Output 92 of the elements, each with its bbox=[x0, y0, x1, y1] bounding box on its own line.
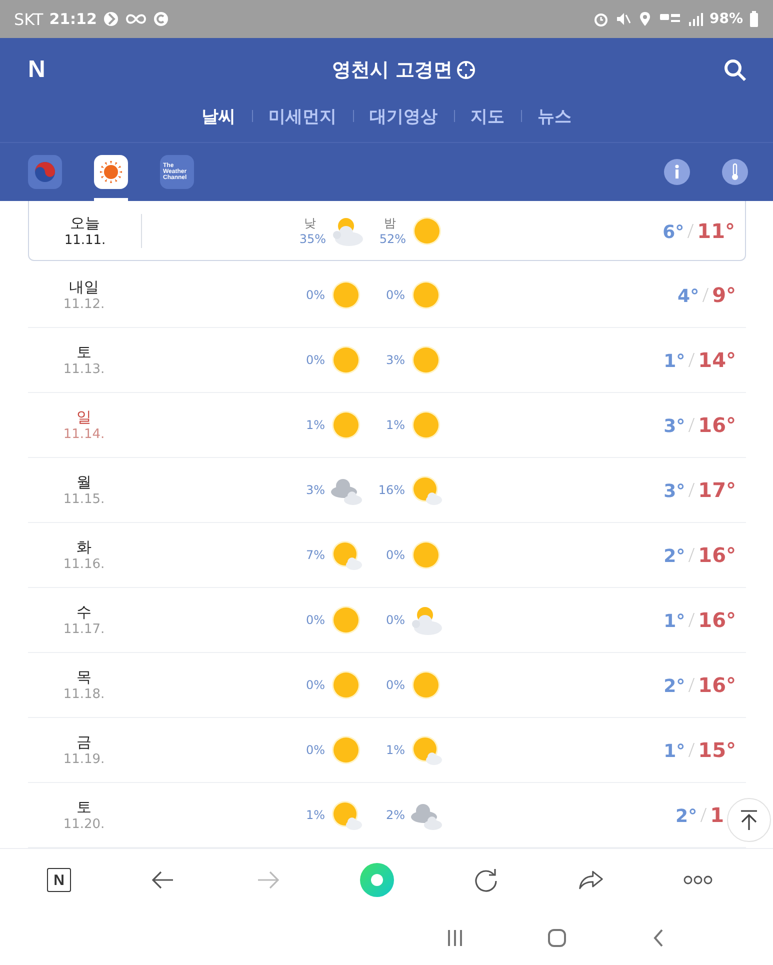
carrier-name: SKT bbox=[14, 10, 44, 28]
period-label: 낮 bbox=[304, 215, 316, 232]
high-temperature: 9° bbox=[712, 283, 736, 307]
search-icon[interactable] bbox=[723, 58, 747, 82]
more-icon[interactable] bbox=[683, 875, 713, 885]
high-temperature: 15° bbox=[698, 738, 736, 762]
scroll-top-button[interactable] bbox=[727, 798, 771, 842]
day-label: 월 bbox=[76, 473, 92, 492]
date-label: 11.20. bbox=[63, 817, 105, 832]
nav-tab[interactable]: 날씨 bbox=[202, 104, 236, 128]
rain-chance: 3% bbox=[386, 353, 405, 367]
day-label: 토 bbox=[76, 343, 92, 362]
high-temperature: 16° bbox=[698, 608, 736, 632]
nav-tab[interactable]: 미세먼지 bbox=[268, 104, 336, 128]
crosshair-icon[interactable] bbox=[456, 60, 476, 80]
low-temperature: 2° bbox=[676, 806, 698, 827]
low-temperature: 2° bbox=[664, 546, 686, 567]
signal-icon bbox=[687, 11, 704, 27]
rain-chance: 3% bbox=[306, 483, 325, 497]
day-label: 금 bbox=[76, 733, 92, 752]
clock-time: 21:12 bbox=[49, 10, 97, 28]
high-temperature: 16° bbox=[698, 673, 736, 697]
date-label: 11.18. bbox=[63, 687, 105, 702]
mute-icon bbox=[615, 11, 632, 27]
day-label: 토 bbox=[76, 798, 92, 817]
nav-tab[interactable]: 지도 bbox=[470, 104, 504, 128]
battery-icon bbox=[749, 11, 759, 27]
day-label: 화 bbox=[76, 538, 92, 557]
high-temperature: 1 bbox=[710, 803, 724, 827]
rain-chance: 0% bbox=[306, 743, 325, 757]
home-icon[interactable] bbox=[547, 928, 567, 948]
high-temperature: 14° bbox=[698, 348, 736, 372]
rain-chance: 0% bbox=[386, 288, 405, 302]
rain-chance: 0% bbox=[306, 613, 325, 627]
date-label: 11.12. bbox=[63, 297, 105, 312]
high-temperature: 16° bbox=[698, 413, 736, 437]
taegeuk-icon bbox=[33, 160, 57, 184]
date-label: 11.19. bbox=[63, 752, 105, 767]
low-temperature: 1° bbox=[664, 741, 686, 762]
alarm-icon bbox=[593, 11, 610, 27]
date-label: 11.11. bbox=[64, 232, 106, 248]
nav-tab[interactable]: 대기영상 bbox=[370, 104, 438, 128]
date-label: 11.15. bbox=[63, 492, 105, 507]
recent-apps-icon[interactable] bbox=[445, 928, 465, 948]
day-label: 목 bbox=[76, 668, 92, 687]
low-temperature: 6° bbox=[662, 222, 684, 242]
rain-chance: 1% bbox=[306, 808, 325, 822]
rain-chance: 16% bbox=[378, 483, 405, 497]
refresh-icon[interactable] bbox=[473, 867, 499, 893]
rain-chance: 1% bbox=[386, 418, 405, 432]
day-label: 수 bbox=[76, 603, 92, 622]
home-logo[interactable]: N bbox=[28, 56, 46, 84]
day-label: 일 bbox=[76, 408, 92, 427]
sun-icon bbox=[99, 160, 123, 184]
rain-chance: 35% bbox=[299, 232, 326, 246]
date-label: 11.13. bbox=[63, 362, 105, 377]
rain-chance: 52% bbox=[379, 232, 406, 246]
battery-level: 98% bbox=[709, 11, 743, 27]
rain-chance: 1% bbox=[306, 418, 325, 432]
high-temperature: 16° bbox=[698, 543, 736, 567]
home-logo[interactable]: N bbox=[47, 868, 71, 892]
rain-chance: 7% bbox=[306, 548, 325, 562]
source-tab[interactable] bbox=[94, 155, 128, 189]
low-temperature: 1° bbox=[664, 351, 686, 372]
day-label: 오늘 bbox=[70, 214, 100, 232]
low-temperature: 3° bbox=[664, 416, 686, 437]
rain-chance: 0% bbox=[386, 678, 405, 692]
thermometer-icon[interactable] bbox=[722, 159, 748, 185]
info-icon[interactable] bbox=[664, 159, 690, 185]
low-temperature: 4° bbox=[678, 286, 700, 307]
low-temperature: 3° bbox=[664, 481, 686, 502]
period-label: 밤 bbox=[384, 215, 396, 232]
rain-chance: 0% bbox=[306, 288, 325, 302]
high-temperature: 17° bbox=[698, 478, 736, 502]
rain-chance: 1% bbox=[386, 743, 405, 757]
high-temperature: 11° bbox=[697, 218, 735, 242]
notification-icon bbox=[102, 11, 119, 27]
location-title[interactable]: 영천시 고경면 bbox=[332, 57, 452, 83]
low-temperature: 2° bbox=[664, 676, 686, 697]
rain-chance: 0% bbox=[306, 678, 325, 692]
nav-tab[interactable]: 뉴스 bbox=[538, 104, 572, 128]
rain-chance: 0% bbox=[386, 548, 405, 562]
rain-chance: 2% bbox=[386, 808, 405, 822]
date-label: 11.17. bbox=[63, 622, 105, 637]
rain-chance: 0% bbox=[386, 613, 405, 627]
low-temperature: 1° bbox=[664, 611, 686, 632]
infinity-icon bbox=[124, 11, 147, 27]
day-label: 내일 bbox=[69, 278, 99, 297]
copyright-icon bbox=[152, 11, 169, 27]
rain-chance: 0% bbox=[306, 353, 325, 367]
date-label: 11.16. bbox=[63, 557, 105, 572]
date-label: 11.14. bbox=[63, 427, 105, 442]
